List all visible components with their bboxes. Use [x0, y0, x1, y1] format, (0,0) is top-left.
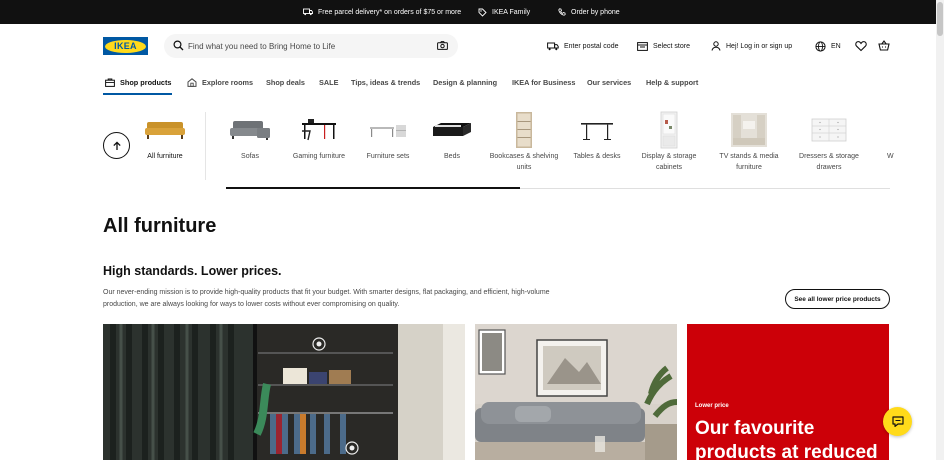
tab-label: Shop deals — [266, 77, 305, 87]
bag-icon — [105, 78, 115, 87]
sofa-promo-image[interactable] — [475, 324, 677, 460]
cabinet-image — [627, 110, 711, 150]
announcement-bar: Free parcel delivery* on orders of $75 o… — [0, 0, 944, 24]
chat-button[interactable] — [883, 407, 912, 436]
promo-kicker: Lower price — [695, 403, 729, 409]
user-icon — [711, 41, 721, 51]
dresser-image — [787, 110, 871, 150]
category-label: Dressers & storage drawers — [799, 153, 859, 171]
category-label: W — [887, 153, 894, 160]
lower-price-promo[interactable]: Lower price Our favourite products at re… — [687, 324, 889, 460]
wardrobe-promo-image[interactable] — [103, 324, 465, 460]
login-button[interactable]: Hej! Log in or sign up — [711, 39, 792, 53]
category-all-furniture[interactable]: All furniture — [123, 110, 207, 162]
tab-label: Tips, ideas & trends — [351, 77, 421, 87]
select-store-button[interactable]: Select store — [637, 39, 690, 53]
tv-stand-image — [707, 110, 791, 150]
category-tv-stands-media[interactable]: TV stands & media furniture — [707, 110, 791, 173]
tag-icon — [478, 8, 487, 17]
tab-label: Our services — [587, 77, 632, 87]
carousel-progress[interactable] — [226, 187, 520, 189]
see-lower-price-button[interactable]: See all lower price products — [785, 289, 890, 309]
phone-icon — [558, 8, 566, 16]
ikea-logo[interactable]: IKEA — [103, 37, 148, 55]
active-tab-indicator — [103, 93, 172, 95]
section-description: Our never-ending mission is to provide h… — [103, 289, 550, 308]
ikea-family-link[interactable]: IKEA Family — [478, 0, 530, 24]
tab-label: Shop products — [120, 77, 172, 87]
postal-code-button[interactable]: Enter postal code — [547, 39, 618, 53]
tab-label: IKEA for Business — [512, 77, 576, 87]
scrollbar[interactable] — [936, 0, 944, 460]
category-bookcases-shelving[interactable]: Bookcases & shelving units — [482, 110, 566, 173]
page-title: All furniture — [103, 215, 217, 237]
tab-sale[interactable]: SALE — [319, 70, 338, 94]
search-bar[interactable] — [164, 34, 458, 58]
cart-icon[interactable] — [878, 40, 890, 52]
search-icon — [173, 40, 184, 51]
section-title: High standards. Lower prices. — [103, 264, 282, 278]
tab-tips-ideas-trends[interactable]: Tips, ideas & trends — [351, 70, 420, 94]
tab-ikea-for-business[interactable]: IKEA for Business — [512, 70, 575, 94]
delivery-notice[interactable]: Free parcel delivery* on orders of $75 o… — [303, 0, 461, 24]
arrow-up-icon — [112, 140, 121, 150]
tab-shop-products[interactable]: Shop products — [105, 70, 171, 94]
login-label: Hej! Log in or sign up — [726, 42, 793, 50]
category-display-storage-cabinets[interactable]: Display & storage cabinets — [627, 110, 711, 173]
delivery-notice-text: Free parcel delivery* on orders of $75 o… — [318, 8, 462, 16]
logo-text: IKEA — [114, 41, 137, 51]
bookcase-image — [482, 110, 566, 150]
order-by-phone-text: Order by phone — [571, 8, 620, 16]
search-input[interactable] — [188, 38, 428, 54]
tab-our-services[interactable]: Our services — [587, 70, 631, 94]
heart-icon[interactable] — [855, 40, 867, 52]
tab-label: SALE — [319, 77, 339, 87]
tab-explore-rooms[interactable]: Explore rooms — [187, 70, 253, 94]
promo-headline: Our favourite products at reduced — [695, 418, 878, 460]
order-by-phone-link[interactable]: Order by phone — [558, 0, 620, 24]
category-dressers-storage-drawers[interactable]: Dressers & storage drawers — [787, 110, 871, 173]
category-label: Bookcases & shelving units — [489, 153, 559, 171]
language-label: EN — [831, 42, 841, 50]
category-partial[interactable]: W — [867, 110, 897, 162]
category-label: TV stands & media furniture — [719, 153, 779, 171]
chat-icon — [891, 416, 904, 427]
select-store-label: Select store — [653, 42, 690, 50]
globe-icon — [815, 40, 826, 52]
tab-design-planning[interactable]: Design & planning — [433, 70, 497, 94]
language-button[interactable]: EN — [815, 39, 841, 53]
house-icon — [187, 77, 197, 87]
tab-help-support[interactable]: Help & support — [646, 70, 698, 94]
postal-code-label: Enter postal code — [564, 42, 619, 50]
category-divider — [205, 112, 206, 180]
store-icon — [637, 41, 648, 51]
tab-label: Design & planning — [433, 77, 498, 87]
ikea-family-text: IKEA Family — [492, 8, 531, 16]
tab-label: Explore rooms — [202, 77, 254, 87]
category-label: Display & storage cabinets — [641, 153, 697, 171]
tab-shop-deals[interactable]: Shop deals — [266, 70, 305, 94]
tab-label: Help & support — [646, 77, 699, 87]
category-label: All furniture — [147, 153, 183, 160]
scrollbar-thumb[interactable] — [937, 2, 943, 36]
truck-icon — [303, 8, 313, 16]
armchair-image — [123, 110, 207, 150]
truck-icon — [547, 42, 559, 50]
camera-icon[interactable] — [437, 41, 448, 50]
